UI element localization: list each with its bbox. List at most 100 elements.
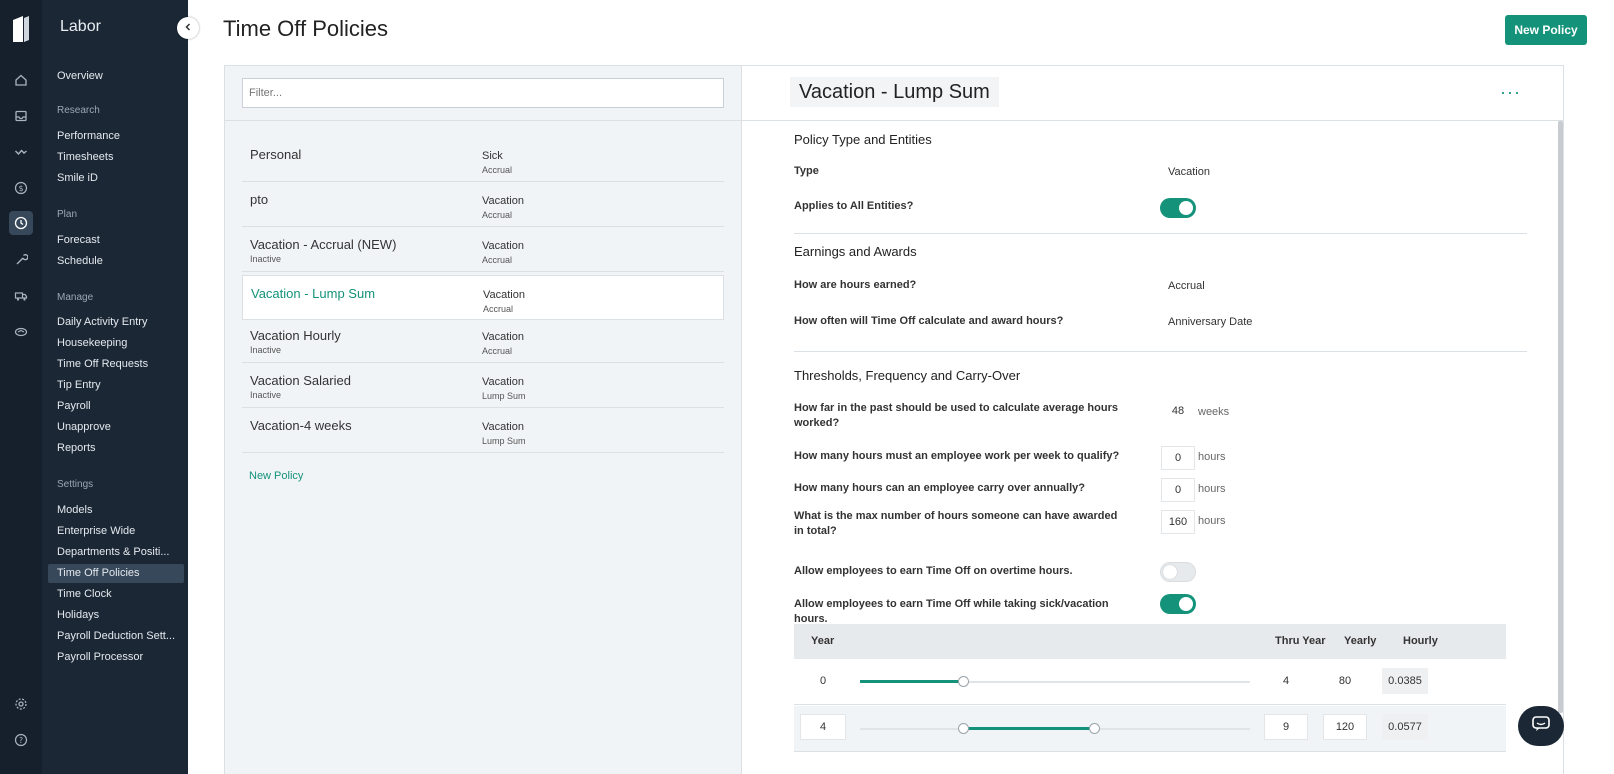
sidebar-item-enterprise-wide[interactable]: Enterprise Wide [48,522,184,541]
sidebar-item-payroll-processor[interactable]: Payroll Processor [48,648,184,667]
sidebar-item-smile-id[interactable]: Smile iD [48,169,184,188]
tools-icon[interactable] [9,248,33,272]
thru-year: 4 [1282,675,1290,687]
chat-icon [1531,715,1551,738]
filter-bar [225,66,741,121]
sidebar-section-manage: Manage [57,292,94,303]
sidebar-item-departments-positions[interactable]: Departments & Positi... [48,543,184,562]
type-value: Vacation [1168,166,1210,178]
hourly-header: Hourly [1403,635,1438,647]
new-policy-link[interactable]: New Policy [249,470,303,482]
sidebar-item-time-off-requests[interactable]: Time Off Requests [48,355,184,374]
clock-icon[interactable] [9,211,33,235]
award-frequency-label: How often will Time Off calculate and aw… [794,315,1064,327]
sick-vacation-label: Allow employees to earn Time Off while t… [794,598,1109,625]
detail-scrollbar[interactable] [1558,121,1563,713]
hours-earned-label: How are hours earned? [794,279,917,291]
home-icon[interactable] [9,68,33,92]
sidebar-item-models[interactable]: Models [48,501,184,520]
qualify-hours-input[interactable]: 0 [1161,446,1195,470]
slider-handle[interactable] [958,676,969,687]
sidebar-item-daily-activity-entry[interactable]: Daily Activity Entry [48,313,184,332]
divider [794,233,1527,234]
overtime-label: Allow employees to earn Time Off on over… [794,565,1073,577]
policy-list-item[interactable]: pto Vacation Accrual [242,182,724,227]
sidebar-item-payroll[interactable]: Payroll [48,397,184,416]
policy-subtype: Lump Sum [482,391,526,401]
sidebar-item-schedule[interactable]: Schedule [48,252,184,271]
dollar-icon[interactable]: $ [9,176,33,200]
svg-text:$: $ [18,184,23,193]
policy-title[interactable]: Vacation - Lump Sum [790,77,999,107]
overtime-toggle[interactable] [1160,562,1196,582]
policy-list-panel: Personal Sick Accrual pto Vacation Accru… [224,65,742,774]
policy-type: Vacation [483,289,525,301]
sidebar-item-forecast[interactable]: Forecast [48,231,184,250]
policy-type: Vacation [482,331,524,343]
policy-list-item[interactable]: Vacation-4 weeks Vacation Lump Sum [242,408,724,453]
policy-type: Vacation [482,376,524,388]
max-hours-unit: hours [1198,515,1226,527]
sidebar-item-holidays[interactable]: Holidays [48,606,184,625]
page-title: Time Off Policies [223,16,389,41]
new-policy-button[interactable]: New Policy [1505,15,1587,45]
carry-over-input[interactable]: 0 [1161,478,1195,502]
hours-earned-value: Accrual [1168,280,1205,292]
sidebar-item-performance[interactable]: Performance [48,127,184,146]
policy-name: pto [250,192,269,207]
policy-list-item[interactable]: Vacation Salaried Inactive Vacation Lump… [242,363,724,408]
year-from-input[interactable]: 4 [800,714,846,740]
thru-year-header: Thru Year [1275,635,1326,647]
slider-handle-end[interactable] [1089,723,1100,734]
average-window-input[interactable]: 48 [1161,400,1195,424]
activity-icon[interactable] [9,140,33,164]
sidebar-item-housekeeping[interactable]: Housekeeping [48,334,184,353]
handshake-icon[interactable] [9,320,33,344]
sidebar-section-research: Research [57,105,100,116]
policy-list-item[interactable]: Vacation - Accrual (NEW) Inactive Vacati… [242,227,724,272]
truck-icon[interactable] [9,284,33,308]
policy-status: Inactive [250,345,282,355]
sick-vacation-toggle[interactable] [1160,594,1196,614]
slider-fill [860,680,964,683]
more-options-icon[interactable]: ··· [1500,82,1521,103]
sidebar-item-reports[interactable]: Reports [48,439,184,458]
inbox-icon[interactable] [9,104,33,128]
policy-type: Vacation [482,421,524,433]
help-icon[interactable]: ? [9,728,33,752]
policy-list-item[interactable]: Vacation Hourly Inactive Vacation Accrua… [242,318,724,363]
filter-input[interactable] [242,78,724,108]
award-frequency-value: Anniversary Date [1168,316,1253,328]
divider [794,351,1527,352]
policy-status: Inactive [250,254,282,264]
policy-list-item[interactable]: Personal Sick Accrual [242,137,724,182]
policy-list-item-selected[interactable]: Vacation - Lump Sum Vacation Accrual [242,275,724,320]
max-hours-input[interactable]: 160 [1161,510,1195,534]
policy-name: Vacation Hourly [250,328,341,343]
qualify-hours-label: How many hours must an employee work per… [794,450,1120,462]
sidebar-item-overview[interactable]: Overview [48,67,184,86]
applies-all-entities-toggle[interactable] [1160,198,1196,218]
sidebar-item-timesheets[interactable]: Timesheets [48,148,184,167]
chat-launcher-button[interactable] [1518,706,1564,746]
sidebar-item-payroll-deduction-settings[interactable]: Payroll Deduction Sett... [48,627,184,646]
thru-year-input[interactable]: 9 [1264,714,1308,740]
qualify-hours-unit: hours [1198,451,1226,463]
slider-handle-start[interactable] [958,723,969,734]
settings-gear-icon[interactable] [9,692,33,716]
policy-subtype: Accrual [483,304,514,314]
year-header: Year [811,635,835,647]
sidebar-item-time-off-policies[interactable]: Time Off Policies [48,564,184,583]
sidebar-item-unapprove[interactable]: Unapprove [48,418,184,437]
policy-type: Vacation [482,195,524,207]
policy-name: Vacation - Lump Sum [251,286,376,301]
policy-type: Sick [482,150,503,162]
section-heading-thresholds: Thresholds, Frequency and Carry-Over [794,368,1021,383]
sidebar-item-time-clock[interactable]: Time Clock [48,585,184,604]
sidebar-item-tip-entry[interactable]: Tip Entry [48,376,184,395]
icon-rail: $ ? [0,0,42,774]
table-row: 0 4 80 0.0385 [794,659,1506,705]
max-hours-label: What is the max number of hours someone … [794,510,1118,537]
slider-fill [964,727,1094,730]
yearly-hours-input[interactable]: 120 [1323,714,1367,740]
